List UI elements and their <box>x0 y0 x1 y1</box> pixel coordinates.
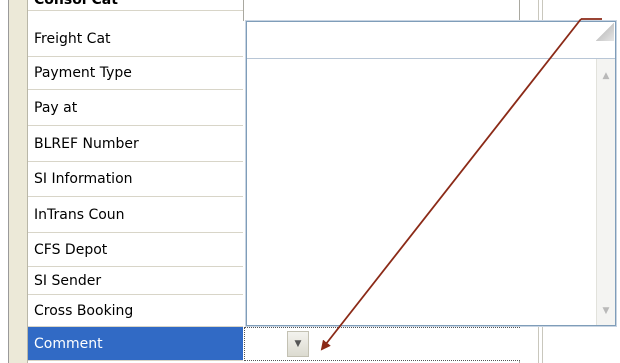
dropdown-text-box[interactable] <box>247 22 615 59</box>
grid-row-intrans-coun[interactable]: InTrans Coun <box>28 197 243 233</box>
row-label: SI Sender <box>34 272 102 289</box>
comment-dropdown-popup[interactable]: ▲ ▼ <box>246 21 616 326</box>
row-label: InTrans Coun <box>34 206 125 223</box>
comment-value-combo[interactable] <box>244 327 520 361</box>
row-label: Pay at <box>34 99 78 116</box>
grid-row-pay-at[interactable]: Pay at <box>28 90 243 126</box>
scroll-down-icon[interactable]: ▼ <box>598 302 614 319</box>
row-gutter <box>9 0 28 363</box>
comment-dropdown-button[interactable]: ▼ <box>287 331 309 357</box>
row-label: CFS Depot <box>34 241 108 258</box>
row-label: Comment <box>34 335 103 352</box>
grid-row-blref-number[interactable]: BLREF Number <box>28 126 243 162</box>
row-label: BLREF Number <box>34 135 139 152</box>
row-label: Payment Type <box>34 65 132 81</box>
resize-grip-icon[interactable] <box>596 23 614 41</box>
row-label: Cross Booking <box>34 302 134 319</box>
grid-row-payment-type[interactable]: Payment Type <box>28 57 243 90</box>
grid-row-cross-booking[interactable]: Cross Booking <box>28 295 243 327</box>
scroll-up-icon[interactable]: ▲ <box>598 67 614 84</box>
row-label: SI Information <box>34 171 133 187</box>
value-column-top <box>243 0 519 21</box>
grid-row-comment[interactable]: Comment <box>28 327 243 361</box>
dropdown-list[interactable] <box>247 59 615 325</box>
grid-row-freight-cat[interactable]: Freight Cat <box>28 21 243 57</box>
partial-top-row: Consol Cat <box>28 0 243 11</box>
grid-row-si-information[interactable]: SI Information <box>28 162 243 197</box>
dropdown-scrollbar[interactable]: ▲ ▼ <box>596 59 615 325</box>
chevron-down-icon: ▼ <box>294 339 302 349</box>
row-label: Freight Cat <box>34 30 111 47</box>
grid-row-si-sender[interactable]: SI Sender <box>28 267 243 295</box>
grid-row-cfs-depot[interactable]: CFS Depot <box>28 233 243 267</box>
partial-top-row-label: Consol Cat <box>34 0 118 8</box>
